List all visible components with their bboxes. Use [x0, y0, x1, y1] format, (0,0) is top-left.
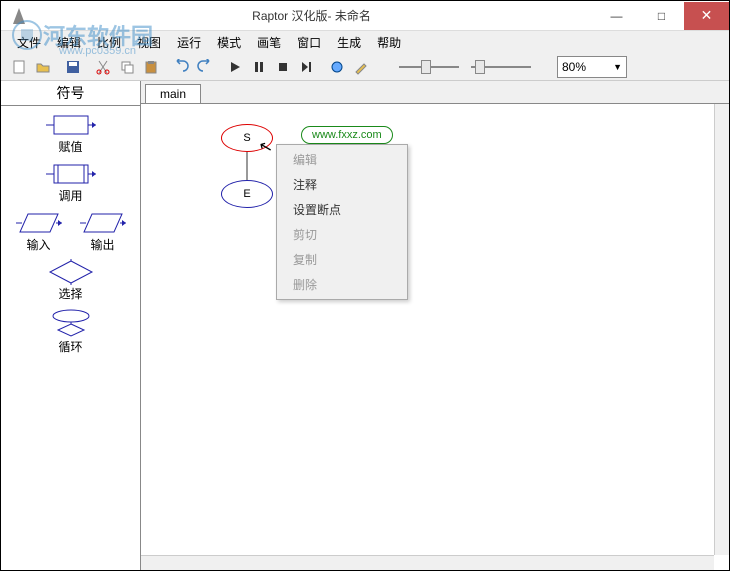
- play-button[interactable]: [224, 56, 246, 78]
- app-icon: [9, 6, 29, 26]
- symbol-assign[interactable]: 赋值: [46, 112, 96, 155]
- save-button[interactable]: [62, 56, 84, 78]
- symbol-call[interactable]: 调用: [46, 161, 96, 204]
- titlebar: Raptor 汉化版- 未命名 — □ ✕: [1, 1, 729, 31]
- toolbar: 80%▼: [1, 53, 729, 81]
- ctx-delete[interactable]: 删除: [277, 272, 407, 297]
- redo-button[interactable]: [194, 56, 216, 78]
- symbol-input[interactable]: 输入: [16, 210, 62, 253]
- page-watermark-url: www.pc0359.cn: [59, 45, 136, 57]
- undo-button[interactable]: [170, 56, 192, 78]
- canvas[interactable]: S E www.fxxz.com ↖ 编辑 注释 设置断点 剪切 复制 删除: [141, 103, 729, 570]
- menu-generate[interactable]: 生成: [329, 34, 369, 51]
- tool-a-button[interactable]: [326, 56, 348, 78]
- close-button[interactable]: ✕: [684, 2, 729, 30]
- menu-file[interactable]: 文件: [9, 34, 49, 51]
- paste-button[interactable]: [140, 56, 162, 78]
- zoom-select[interactable]: 80%▼: [557, 56, 627, 78]
- symbol-loop[interactable]: 循环: [46, 308, 96, 355]
- speed-slider[interactable]: [393, 66, 537, 68]
- window-title: Raptor 汉化版- 未命名: [29, 7, 594, 24]
- start-node[interactable]: S: [221, 124, 273, 152]
- menu-help[interactable]: 帮助: [369, 34, 409, 51]
- ctx-comment[interactable]: 注释: [277, 172, 407, 197]
- menu-pen[interactable]: 画笔: [249, 34, 289, 51]
- symbol-output[interactable]: 输出: [80, 210, 126, 253]
- symbol-select[interactable]: 选择: [46, 259, 96, 302]
- end-node[interactable]: E: [221, 180, 273, 208]
- ctx-copy[interactable]: 复制: [277, 247, 407, 272]
- ctx-cut[interactable]: 剪切: [277, 222, 407, 247]
- open-button[interactable]: [32, 56, 54, 78]
- new-button[interactable]: [8, 56, 30, 78]
- pause-button[interactable]: [248, 56, 270, 78]
- pen-button[interactable]: [350, 56, 372, 78]
- ctx-breakpoint[interactable]: 设置断点: [277, 197, 407, 222]
- step-button[interactable]: [296, 56, 318, 78]
- scrollbar-horizontal[interactable]: [141, 555, 714, 570]
- maximize-button[interactable]: □: [639, 2, 684, 30]
- menu-mode[interactable]: 模式: [209, 34, 249, 51]
- stop-button[interactable]: [272, 56, 294, 78]
- tab-main[interactable]: main: [145, 84, 201, 103]
- ctx-edit[interactable]: 编辑: [277, 147, 407, 172]
- sidebar-title: 符号: [1, 81, 140, 106]
- cut-button[interactable]: [92, 56, 114, 78]
- tabs: main: [141, 81, 729, 103]
- menu-window[interactable]: 窗口: [289, 34, 329, 51]
- context-menu: 编辑 注释 设置断点 剪切 复制 删除: [276, 144, 408, 300]
- minimize-button[interactable]: —: [594, 2, 639, 30]
- scrollbar-vertical[interactable]: [714, 104, 729, 555]
- watermark-link: www.fxxz.com: [301, 126, 393, 144]
- sidebar: 符号 赋值 调用 输入 输出 选择: [1, 81, 141, 570]
- copy-button[interactable]: [116, 56, 138, 78]
- menu-run[interactable]: 运行: [169, 34, 209, 51]
